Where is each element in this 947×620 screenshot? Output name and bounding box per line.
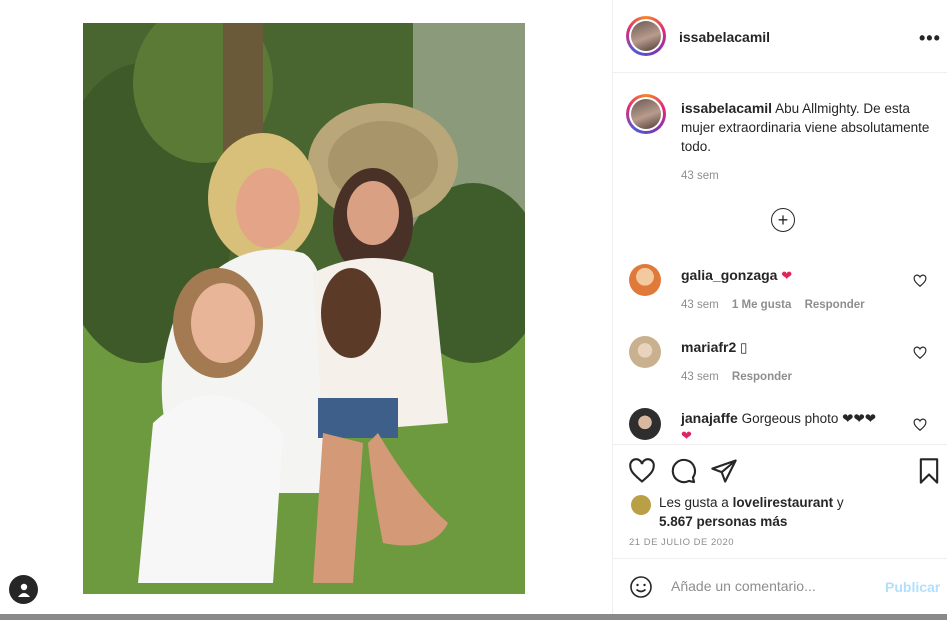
comment-avatar[interactable] bbox=[629, 408, 661, 440]
comment-body: janajaffe Gorgeous photo ❤❤❤ bbox=[681, 410, 876, 427]
caption-avatar[interactable] bbox=[626, 94, 666, 134]
comment-text: Gorgeous photo ❤❤❤ bbox=[741, 411, 877, 426]
comment-like-heart-icon[interactable] bbox=[913, 346, 927, 360]
liker-avatar[interactable] bbox=[631, 495, 651, 515]
comment-likes[interactable]: 1 Me gusta bbox=[732, 299, 791, 311]
comment-like-heart-icon[interactable] bbox=[913, 418, 927, 432]
comment-text: ❤ bbox=[781, 268, 793, 283]
emoji-icon[interactable] bbox=[629, 575, 653, 599]
likes-summary: Les gusta a lovelirestaurant y 5.867 per… bbox=[659, 493, 844, 531]
photo-pane bbox=[0, 0, 612, 614]
comment-icon[interactable] bbox=[669, 457, 697, 485]
comment-like-heart-icon[interactable] bbox=[913, 274, 927, 288]
reply-button[interactable]: Responder bbox=[805, 299, 865, 311]
comment-meta: 43 sem 1 Me gusta Responder bbox=[681, 299, 875, 311]
comment-body: mariafr2 ▯ bbox=[681, 339, 747, 356]
comment-avatar[interactable] bbox=[629, 264, 661, 296]
author-avatar[interactable] bbox=[626, 16, 666, 56]
profile-button[interactable] bbox=[9, 575, 38, 604]
caption: issabelacamil Abu Allmighty. De esta muj… bbox=[681, 99, 931, 156]
bookmark-icon[interactable] bbox=[915, 457, 943, 485]
plus-circle-icon[interactable]: + bbox=[771, 208, 795, 232]
caption-username[interactable]: issabelacamil bbox=[681, 100, 772, 116]
comment-text: ▯ bbox=[740, 340, 748, 355]
user-icon bbox=[17, 583, 30, 597]
comment-text-continued: ❤ bbox=[681, 428, 692, 443]
publish-button[interactable]: Publicar bbox=[885, 579, 940, 595]
comment-username[interactable]: janajaffe bbox=[681, 410, 738, 426]
photo-illustration bbox=[83, 23, 525, 594]
reply-button[interactable]: Responder bbox=[732, 371, 792, 383]
action-bar: Les gusta a lovelirestaurant y 5.867 per… bbox=[613, 444, 947, 559]
likes-conj: y bbox=[833, 495, 844, 510]
post-sidebar: issabelacamil ••• issabelacamil Abu Allm… bbox=[612, 0, 947, 614]
post-header: issabelacamil ••• bbox=[613, 0, 947, 73]
comment-username[interactable]: galia_gonzaga bbox=[681, 267, 777, 283]
comment-meta: 43 sem Responder bbox=[681, 371, 802, 383]
comment-avatar[interactable] bbox=[629, 336, 661, 368]
more-options-icon[interactable]: ••• bbox=[919, 28, 941, 49]
caption-time: 43 sem bbox=[681, 170, 719, 182]
liker-username[interactable]: lovelirestaurant bbox=[733, 495, 834, 510]
post-date[interactable]: 21 DE JULIO DE 2020 bbox=[629, 537, 734, 548]
post-photo[interactable] bbox=[83, 23, 525, 594]
comment-username[interactable]: mariafr2 bbox=[681, 339, 736, 355]
author-username[interactable]: issabelacamil bbox=[679, 29, 770, 45]
comment-body: galia_gonzaga ❤ bbox=[681, 267, 792, 284]
likes-prefix: Les gusta a bbox=[659, 495, 733, 510]
heart-icon[interactable] bbox=[628, 457, 656, 485]
likes-others[interactable]: 5.867 personas más bbox=[659, 514, 787, 529]
comment-time[interactable]: 43 sem bbox=[681, 299, 719, 311]
window-bottom-strip bbox=[0, 614, 947, 620]
comment-input[interactable] bbox=[669, 577, 873, 595]
comment-time[interactable]: 43 sem bbox=[681, 371, 719, 383]
share-icon[interactable] bbox=[710, 457, 738, 485]
comment-bar: Publicar bbox=[613, 558, 947, 615]
